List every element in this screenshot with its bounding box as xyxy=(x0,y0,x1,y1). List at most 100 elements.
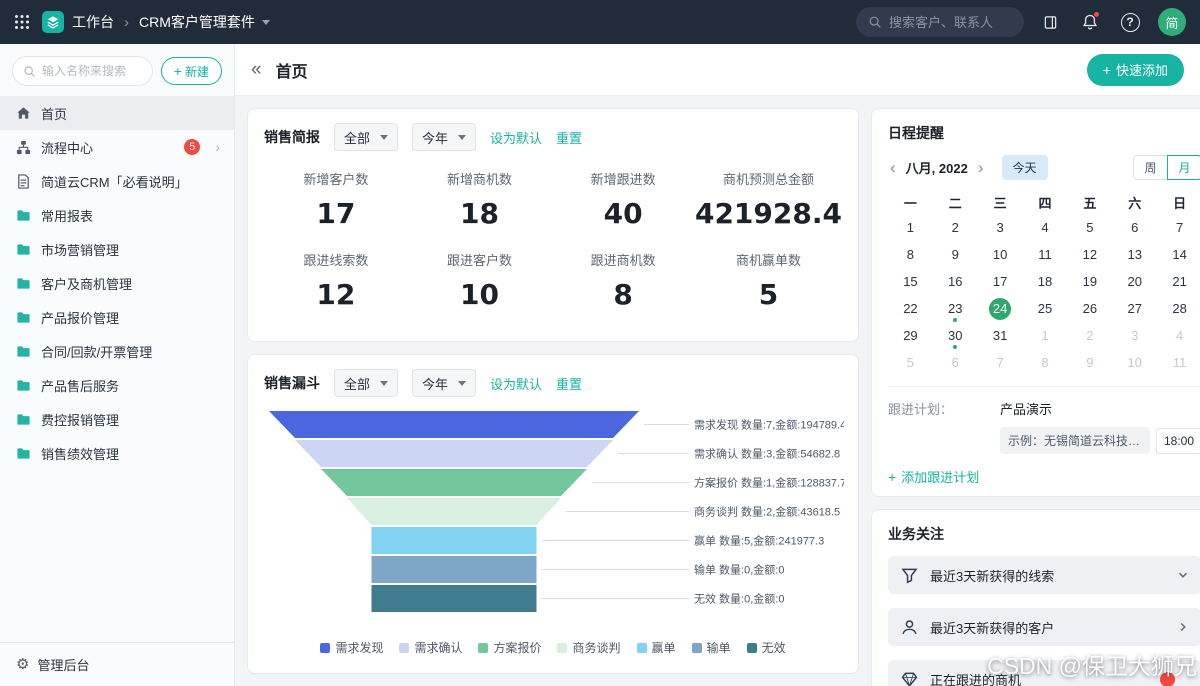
quick-add-button[interactable]: +快速添加 xyxy=(1087,54,1184,86)
calendar-day[interactable]: 4 xyxy=(1023,214,1068,241)
funnel-segment[interactable] xyxy=(295,440,613,467)
calendar-day[interactable]: 18 xyxy=(1023,268,1068,295)
calendar-day[interactable]: 24 xyxy=(978,295,1023,322)
legend-item[interactable]: 需求发现 xyxy=(320,639,383,656)
panel-icon[interactable] xyxy=(1036,8,1064,36)
calendar-day[interactable]: 9 xyxy=(1067,349,1112,376)
sidebar-item[interactable]: 首页 xyxy=(0,96,234,130)
calendar-day[interactable]: 29 xyxy=(888,322,933,349)
calendar-day[interactable]: 13 xyxy=(1112,241,1157,268)
calendar-day[interactable]: 7 xyxy=(1157,214,1200,241)
collapse-sidebar-icon[interactable]: « xyxy=(251,60,262,79)
calendar-day[interactable]: 2 xyxy=(933,214,978,241)
calendar-day[interactable]: 10 xyxy=(1112,349,1157,376)
funnel-scope-select[interactable]: 全部 xyxy=(334,369,398,397)
workspace-logo-icon[interactable] xyxy=(42,11,64,33)
stat-value[interactable]: 8 xyxy=(551,278,695,311)
funnel-segment[interactable] xyxy=(372,556,537,583)
sidebar-item[interactable]: 流程中心5› xyxy=(0,130,234,164)
brief-set-default-link[interactable]: 设为默认 xyxy=(490,128,542,147)
business-item[interactable]: 最近3天新获得的客户 xyxy=(888,608,1200,646)
sidebar-item[interactable]: 销售绩效管理 xyxy=(0,436,234,470)
sidebar-search-input[interactable] xyxy=(42,64,132,78)
brief-reset-link[interactable]: 重置 xyxy=(556,128,582,147)
stat-value[interactable]: 10 xyxy=(408,278,552,311)
calendar-day[interactable]: 16 xyxy=(933,268,978,295)
calendar-day[interactable]: 31 xyxy=(978,322,1023,349)
topbar-search-input[interactable] xyxy=(889,15,999,30)
calendar-day[interactable]: 12 xyxy=(1067,241,1112,268)
calendar-day[interactable]: 19 xyxy=(1067,268,1112,295)
calendar-day[interactable]: 8 xyxy=(888,241,933,268)
workspace-label[interactable]: 工作台 xyxy=(72,12,114,32)
calendar-day[interactable]: 8 xyxy=(1023,349,1068,376)
calendar-day[interactable]: 4 xyxy=(1157,322,1200,349)
calendar-day[interactable]: 15 xyxy=(888,268,933,295)
month-toggle-button[interactable]: 月 xyxy=(1167,155,1200,180)
sidebar-item[interactable]: 费控报销管理 xyxy=(0,402,234,436)
sidebar-item[interactable]: 市场营销管理 xyxy=(0,232,234,266)
legend-item[interactable]: 方案报价 xyxy=(478,639,541,656)
apps-grid-icon[interactable] xyxy=(14,14,30,30)
stat-value[interactable]: 18 xyxy=(408,197,552,230)
funnel-segment[interactable] xyxy=(347,498,561,525)
sidebar-item[interactable]: 客户及商机管理 xyxy=(0,266,234,300)
calendar-day[interactable]: 14 xyxy=(1157,241,1200,268)
brief-period-select[interactable]: 今年 xyxy=(412,123,476,151)
topbar-search[interactable] xyxy=(856,7,1024,37)
calendar-day[interactable]: 1 xyxy=(1023,322,1068,349)
calendar-day[interactable]: 22 xyxy=(888,295,933,322)
app-title-caret-icon[interactable] xyxy=(262,20,270,25)
sidebar-item[interactable]: 常用报表 xyxy=(0,198,234,232)
calendar-day[interactable]: 10 xyxy=(978,241,1023,268)
funnel-segment[interactable] xyxy=(372,585,537,612)
chevron-down-icon[interactable] xyxy=(1177,569,1189,581)
calendar-day[interactable]: 25 xyxy=(1023,295,1068,322)
stat-value[interactable]: 5 xyxy=(695,278,842,311)
funnel-period-select[interactable]: 今年 xyxy=(412,369,476,397)
today-button[interactable]: 今天 xyxy=(1002,155,1048,180)
sidebar-item[interactable]: 产品报价管理 xyxy=(0,300,234,334)
funnel-segment[interactable] xyxy=(372,527,537,554)
calendar-day[interactable]: 27 xyxy=(1112,295,1157,322)
plan-tag[interactable]: 示例：无锡简道云科技有限... xyxy=(1000,427,1150,454)
calendar-day[interactable]: 2 xyxy=(1067,322,1112,349)
calendar-day[interactable]: 3 xyxy=(1112,322,1157,349)
calendar-day[interactable]: 9 xyxy=(933,241,978,268)
calendar-day[interactable]: 6 xyxy=(933,349,978,376)
legend-item[interactable]: 无效 xyxy=(747,639,786,656)
business-item[interactable]: 最近3天新获得的线索 xyxy=(888,556,1200,594)
calendar-day[interactable]: 11 xyxy=(1023,241,1068,268)
legend-item[interactable]: 赢单 xyxy=(637,639,676,656)
calendar-day[interactable]: 3 xyxy=(978,214,1023,241)
calendar-day[interactable]: 23 xyxy=(933,295,978,322)
calendar-day[interactable]: 1 xyxy=(888,214,933,241)
calendar-day[interactable]: 11 xyxy=(1157,349,1200,376)
calendar-day[interactable]: 28 xyxy=(1157,295,1200,322)
calendar-day[interactable]: 7 xyxy=(978,349,1023,376)
funnel-segment[interactable] xyxy=(269,411,639,438)
funnel-set-default-link[interactable]: 设为默认 xyxy=(490,374,542,393)
avatar[interactable]: 简 xyxy=(1158,8,1186,36)
chevron-right-icon[interactable] xyxy=(1177,621,1189,633)
legend-item[interactable]: 商务谈判 xyxy=(557,639,620,656)
calendar-day[interactable]: 17 xyxy=(978,268,1023,295)
calendar-day[interactable]: 30 xyxy=(933,322,978,349)
sidebar-item[interactable]: 产品售后服务 xyxy=(0,368,234,402)
stat-value[interactable]: 40 xyxy=(551,197,695,230)
prev-month-icon[interactable]: ‹ xyxy=(888,159,898,176)
calendar-day[interactable]: 20 xyxy=(1112,268,1157,295)
legend-item[interactable]: 需求确认 xyxy=(399,639,462,656)
brief-scope-select[interactable]: 全部 xyxy=(334,123,398,151)
business-item[interactable]: 正在跟进的商机 xyxy=(888,660,1200,686)
sidebar-search[interactable] xyxy=(12,56,153,86)
plan-value[interactable]: 产品演示 xyxy=(1000,399,1200,418)
new-button[interactable]: +新建 xyxy=(161,57,222,85)
sidebar-item[interactable]: 合同/回款/开票管理 xyxy=(0,334,234,368)
help-icon[interactable]: ? xyxy=(1116,8,1144,36)
notification-bell-icon[interactable] xyxy=(1076,8,1104,36)
next-month-icon[interactable]: › xyxy=(976,159,986,176)
calendar-day[interactable]: 5 xyxy=(888,349,933,376)
calendar-day[interactable]: 21 xyxy=(1157,268,1200,295)
calendar-day[interactable]: 26 xyxy=(1067,295,1112,322)
